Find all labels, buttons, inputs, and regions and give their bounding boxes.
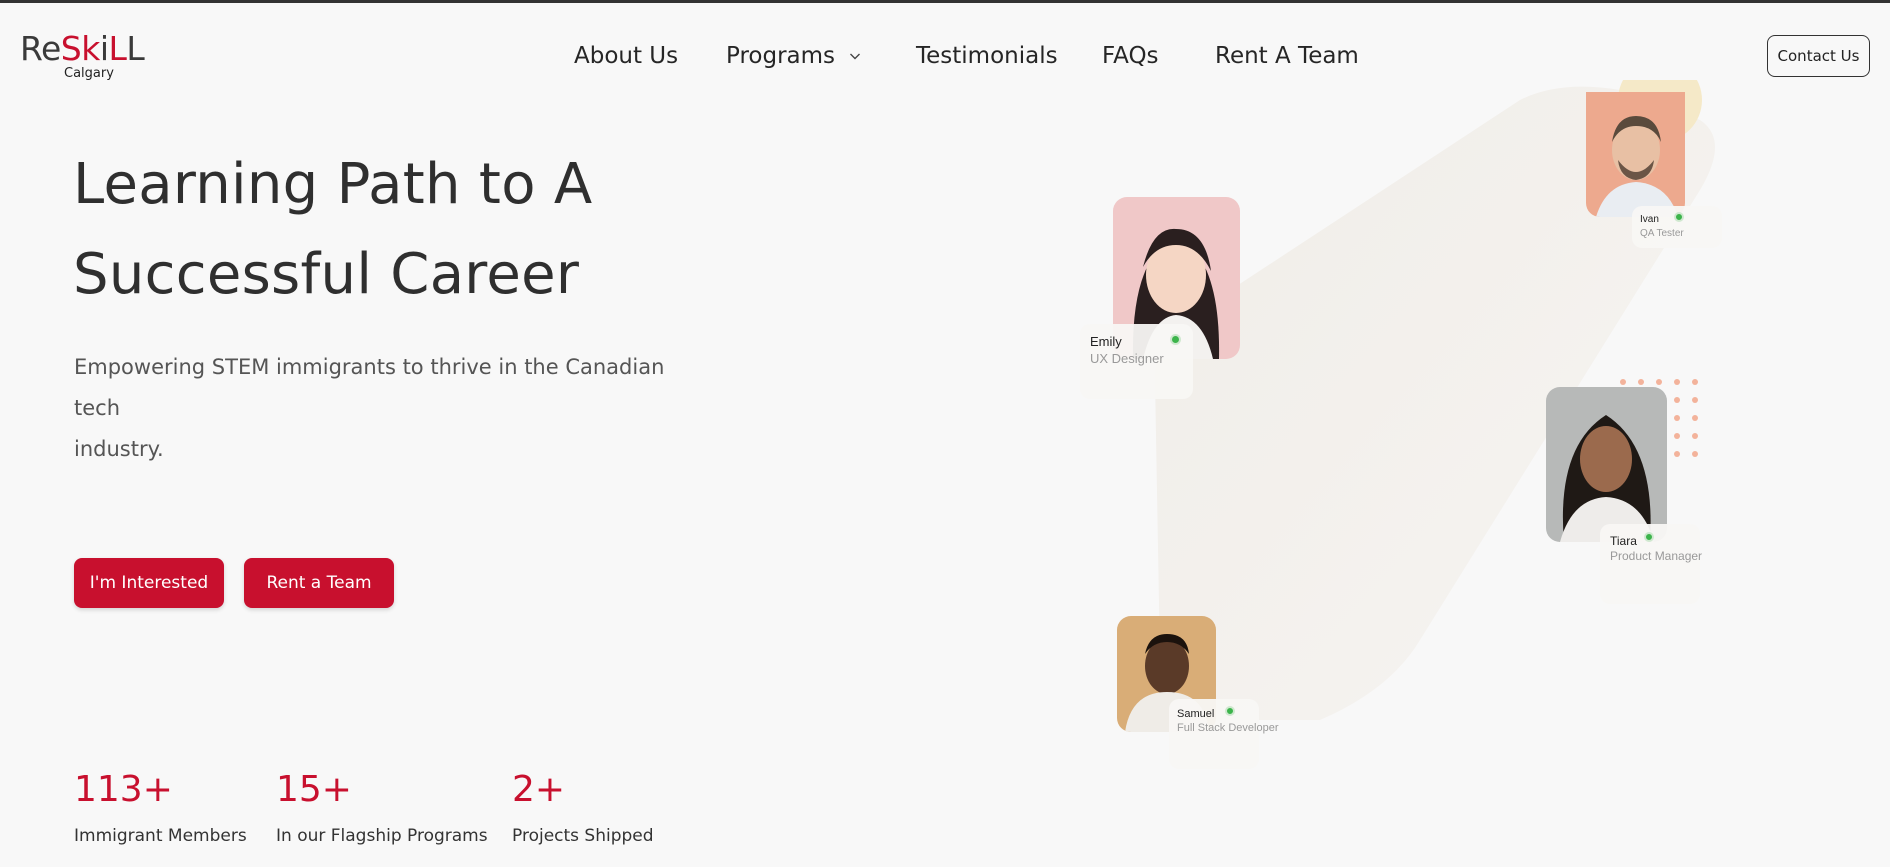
nav-programs-label: Programs [726, 43, 836, 69]
stat-programs: 15+ In our Flagship Programs [276, 768, 488, 846]
logo-city: Calgary [64, 66, 114, 81]
stat-members: 113+ Immigrant Members [74, 768, 247, 846]
nav-testimonials[interactable]: Testimonials [916, 43, 1058, 69]
hero-subtitle: Empowering STEM immigrants to thrive in … [74, 347, 714, 470]
member-name: Ivan [1640, 214, 1659, 225]
member-card: Tiara Product Manager [1600, 524, 1703, 604]
online-status-icon [1225, 706, 1235, 716]
nav-about-us[interactable]: About Us [574, 43, 678, 69]
stat-label: Immigrant Members [74, 826, 247, 846]
member-role: QA Tester [1640, 228, 1684, 239]
hero-subtitle-line1: Empowering STEM immigrants to thrive in … [74, 355, 665, 420]
avatar [1586, 92, 1685, 217]
member-card: Emily UX Designer [1080, 324, 1193, 399]
stat-value: 113+ [74, 769, 173, 810]
contact-us-button[interactable]: Contact Us [1767, 35, 1870, 77]
stat-label: In our Flagship Programs [276, 826, 488, 846]
stat-value: 2+ [512, 769, 566, 810]
team-illustration: Emily UX Designer Ivan QA Tester Tiara P… [1060, 80, 1820, 780]
stat-value: 15+ [276, 769, 352, 810]
member-name: Emily [1090, 334, 1122, 349]
logo-text-l2: L [126, 29, 145, 68]
nav-faqs[interactable]: FAQs [1102, 43, 1159, 69]
logo-text-sk: Sk [60, 29, 101, 68]
hero-title-line1: Learning Path to A [73, 152, 593, 217]
logo-text-l1: L [108, 29, 127, 68]
avatar [1546, 387, 1667, 542]
chevron-down-icon [850, 53, 861, 60]
nav-programs[interactable]: Programs [726, 43, 861, 69]
rent-a-team-button[interactable]: Rent a Team [244, 558, 394, 608]
im-interested-button[interactable]: I'm Interested [74, 558, 224, 608]
member-role: Full Stack Developer [1177, 722, 1279, 734]
member-card: Samuel Full Stack Developer [1169, 699, 1279, 769]
hero-subtitle-line2: industry. [74, 437, 164, 461]
member-role: UX Designer [1090, 351, 1164, 366]
stat-label: Projects Shipped [512, 826, 654, 846]
reskill-logo[interactable]: ReSkiLL Calgary [20, 26, 150, 82]
top-rule [0, 0, 1890, 3]
logo-text-re: Re [20, 29, 61, 68]
online-status-icon [1674, 212, 1684, 222]
hero-title: Learning Path to A Successful Career [73, 140, 793, 320]
member-name: Samuel [1177, 708, 1215, 720]
member-role: Product Manager [1610, 549, 1703, 563]
online-status-icon [1644, 532, 1654, 542]
member-card: Ivan QA Tester [1632, 206, 1722, 248]
nav-rent-a-team[interactable]: Rent A Team [1215, 43, 1359, 69]
logo-wordmark: ReSkiLL [20, 29, 145, 68]
stat-projects: 2+ Projects Shipped [512, 768, 654, 846]
member-name: Tiara [1610, 534, 1637, 548]
online-status-icon [1170, 334, 1181, 345]
hero-title-line2: Successful Career [73, 242, 580, 307]
